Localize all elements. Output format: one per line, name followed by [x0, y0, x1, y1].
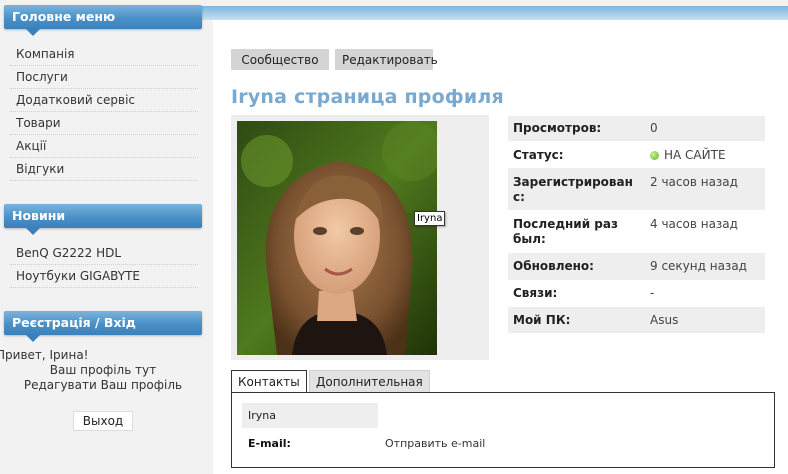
menu-item-services[interactable]: Послуги [10, 66, 198, 89]
views-value: 0 [650, 121, 658, 135]
my-pc-value: Asus [650, 313, 679, 327]
menu-item-promotions[interactable]: Акції [10, 135, 198, 158]
updated-label: Обновлено: [513, 259, 594, 273]
registered-label: Зарегистрирован с: [513, 175, 633, 204]
my-pc-label: Мой ПК: [513, 313, 571, 327]
profile-link[interactable]: Ваш профіль тут [3, 363, 203, 377]
views-label: Просмотров: [513, 121, 602, 135]
edit-profile-link[interactable]: Редагувати Ваш профіль [3, 378, 203, 392]
contact-name: Iryna [242, 403, 378, 428]
logout-button[interactable]: Выход [73, 411, 133, 431]
last-visit-label: Последний раз был: [513, 217, 618, 246]
status-label: Статус: [513, 148, 564, 162]
sidebar: Головне меню Компанія Послуги Додатковий… [0, 0, 213, 474]
online-dot-icon [650, 151, 659, 160]
menu-item-reviews[interactable]: Відгуки [10, 158, 198, 181]
last-visit-value: 4 часов назад [650, 217, 738, 231]
info-row-connections: Связи: - [508, 280, 765, 307]
profile-photo-frame [231, 115, 489, 360]
greeting-text: Привет, Ірина! [0, 348, 89, 362]
menu-item-products[interactable]: Товари [10, 112, 198, 135]
email-label: E-mail: [248, 437, 291, 450]
profile-photo [237, 121, 437, 355]
edit-profile-button[interactable]: Редактировать [335, 49, 438, 70]
page-title: Iryna страница профиля [231, 86, 504, 108]
news-header: Новини [4, 204, 202, 235]
login-header: Реєстрація / Вхід [4, 311, 202, 342]
status-text: НА САЙТЕ [664, 148, 726, 162]
info-row-my-pc: Мой ПК: Asus [508, 307, 765, 333]
news-item-gigabyte[interactable]: Ноутбуки GIGABYTE [10, 265, 198, 288]
news-item-benq[interactable]: BenQ G2222 HDL [10, 242, 198, 265]
tab-extra-info[interactable]: Дополнительная информация [309, 370, 430, 411]
news-title: Новини [12, 208, 66, 223]
menu-item-extra-service[interactable]: Додатковий сервіс [10, 89, 198, 112]
info-row-status: Статус: НА САЙТЕ [508, 141, 765, 168]
send-email-link[interactable]: Отправить e-mail [385, 437, 485, 450]
info-row-updated: Обновлено: 9 секунд назад [508, 253, 765, 280]
registered-value: 2 часов назад [650, 175, 738, 189]
contacts-panel: Iryna E-mail: Отправить e-mail [231, 392, 775, 468]
info-row-registered: Зарегистрирован с: 2 часов назад [508, 168, 765, 210]
info-row-views: Просмотров: 0 [508, 116, 765, 141]
connections-label: Связи: [513, 286, 558, 300]
login-title: Реєстрація / Вхід [12, 315, 136, 330]
main-menu-list: Компанія Послуги Додатковий сервіс Товар… [10, 43, 198, 181]
tab-contacts[interactable]: Контакты [231, 370, 307, 393]
menu-item-company[interactable]: Компанія [10, 43, 198, 66]
connections-value: - [650, 286, 655, 300]
top-banner-strip [200, 6, 788, 20]
info-row-last-visit: Последний раз был: 4 часов назад [508, 210, 765, 253]
status-value: НА САЙТЕ [650, 148, 726, 163]
main-menu-title: Головне меню [12, 9, 116, 24]
news-list: BenQ G2222 HDL Ноутбуки GIGABYTE [10, 242, 198, 288]
updated-value: 9 секунд назад [650, 259, 747, 273]
community-button[interactable]: Сообщество [231, 49, 329, 70]
photo-tooltip: Iryna [414, 211, 446, 226]
main-menu-header: Головне меню [4, 5, 202, 36]
